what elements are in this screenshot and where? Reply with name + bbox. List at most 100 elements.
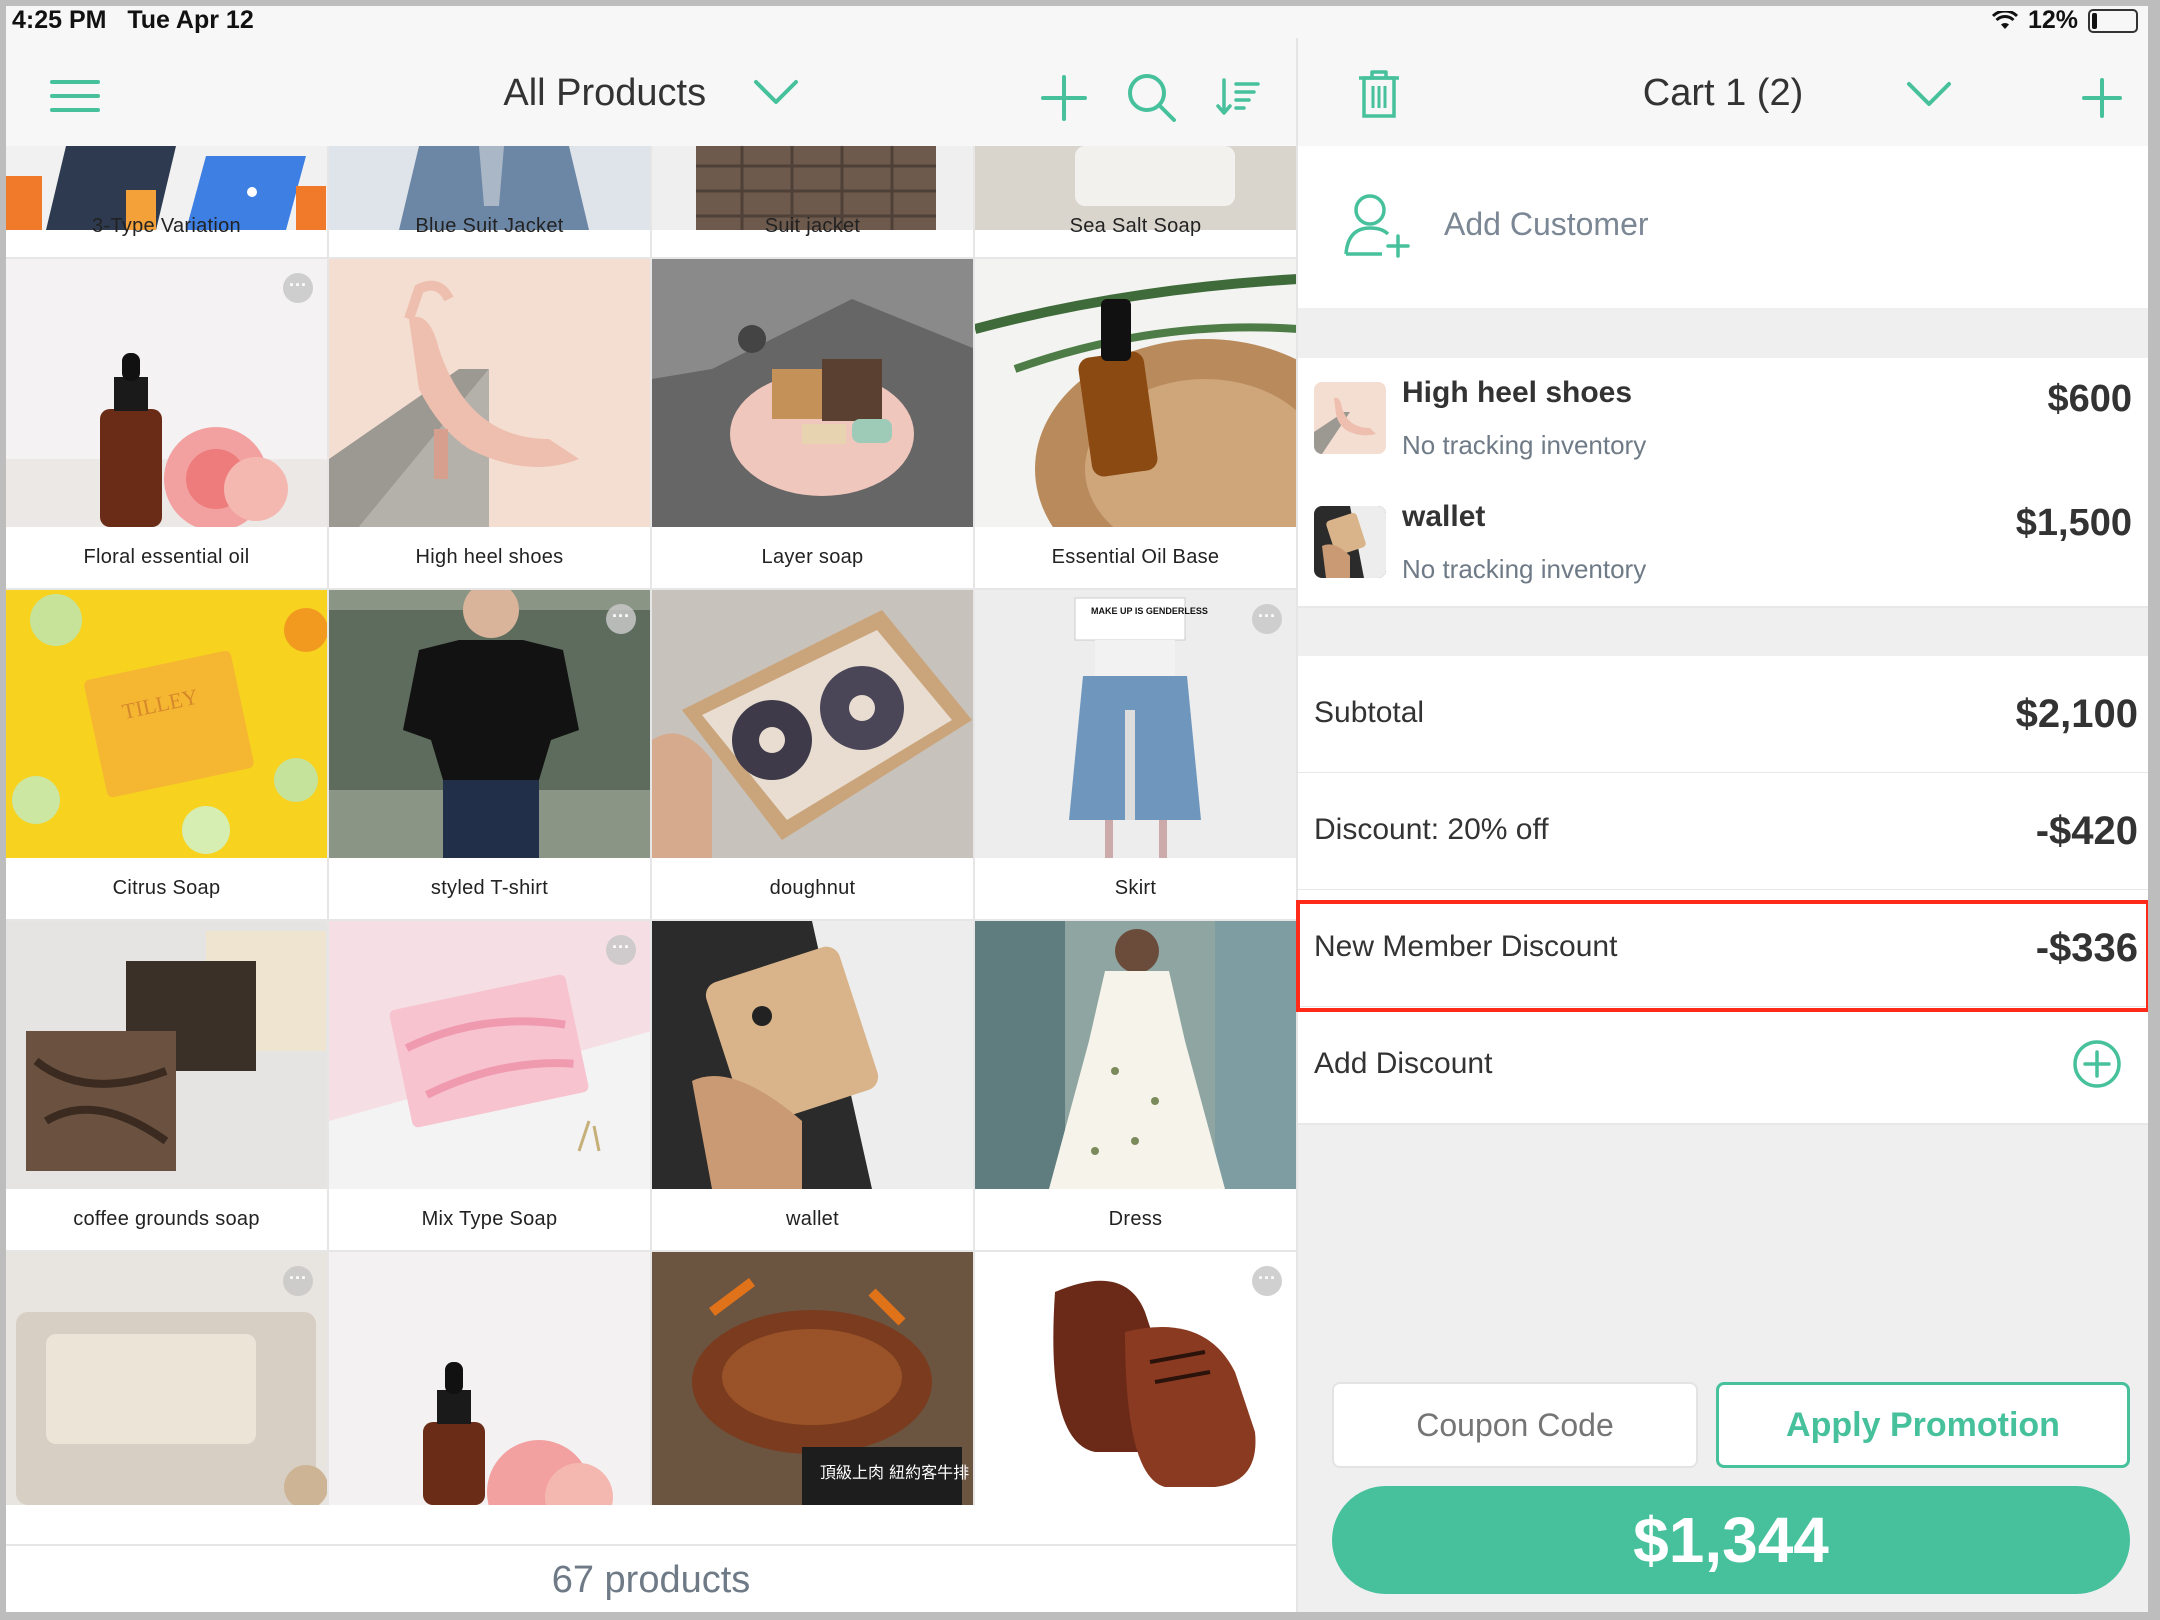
product-tile[interactable]: ···: [6, 1252, 329, 1505]
product-tile[interactable]: ··· Floral essential oil: [6, 259, 329, 590]
cart-title: Cart 1 (2): [1642, 72, 1804, 114]
product-image: [329, 590, 650, 858]
more-options-icon[interactable]: ···: [283, 1266, 313, 1296]
product-name: Skirt: [1114, 877, 1157, 899]
product-tile[interactable]: Layer soap: [652, 259, 975, 590]
product-name: styled T-shirt: [430, 877, 549, 899]
member-discount-label: New Member Discount: [1314, 930, 1618, 963]
product-tile[interactable]: coffee grounds soap: [6, 921, 329, 1252]
category-selector[interactable]: All Products: [6, 72, 1296, 116]
cart-selector[interactable]: Cart 1 (2): [1298, 72, 2148, 115]
add-user-icon: [1344, 194, 1410, 258]
product-tile[interactable]: [329, 1252, 652, 1505]
product-tile[interactable]: High heel shoes: [329, 259, 652, 590]
product-name: Essential Oil Base: [1051, 546, 1220, 568]
status-right: 12%: [1991, 6, 2138, 35]
product-tile[interactable]: 3-Type Variation: [6, 146, 329, 259]
product-image: [975, 1252, 1296, 1505]
product-name: Citrus Soap: [112, 877, 221, 899]
product-count: 67 products: [6, 1544, 1296, 1612]
cart-item[interactable]: wallet No tracking inventory $1,500: [1298, 482, 2148, 608]
cart-item-name: wallet: [1402, 500, 1486, 533]
cart-item-price: $600: [2047, 378, 2132, 420]
chevron-down-icon[interactable]: [1906, 80, 1952, 113]
product-name: coffee grounds soap: [73, 1208, 260, 1230]
app-window: 4:25 PM Tue Apr 12 12% All Products Cart…: [6, 6, 2148, 1612]
product-tile[interactable]: doughnut: [652, 590, 975, 921]
product-tile[interactable]: 頂級上肉 紐約客牛排: [652, 1252, 975, 1505]
product-image: [652, 921, 973, 1189]
product-name: doughnut: [769, 877, 856, 899]
cart-item-inventory: No tracking inventory: [1402, 554, 1647, 584]
product-name: Layer soap: [761, 546, 864, 568]
more-options-icon[interactable]: ···: [606, 935, 636, 965]
product-tile[interactable]: ···: [975, 1252, 1296, 1505]
product-image: [329, 1252, 650, 1505]
chevron-down-icon[interactable]: [753, 73, 799, 116]
product-tile[interactable]: Essential Oil Base: [975, 259, 1296, 590]
add-product-icon[interactable]: [1040, 74, 1088, 127]
status-bar: 4:25 PM Tue Apr 12 12%: [6, 6, 2148, 38]
product-name: Dress: [1108, 1208, 1163, 1230]
sort-icon[interactable]: [1216, 78, 1260, 121]
apply-promotion-button[interactable]: Apply Promotion: [1716, 1382, 2130, 1468]
more-options-icon[interactable]: ···: [1252, 1266, 1282, 1296]
product-image: [329, 921, 650, 1189]
add-cart-icon[interactable]: [2082, 78, 2122, 123]
more-options-icon[interactable]: ···: [283, 273, 313, 303]
product-image: [6, 259, 327, 527]
cart-item-thumbnail: [1314, 382, 1386, 454]
cart-panel: Add Customer High heel shoes No tracking…: [1298, 146, 2148, 1612]
product-image: MAKE UP IS GENDERLESS: [975, 590, 1296, 858]
product-name: Suit jacket: [764, 215, 861, 237]
product-tile[interactable]: ··· Mix Type Soap: [329, 921, 652, 1252]
status-time: 4:25 PM Tue Apr 12: [12, 6, 254, 34]
product-image: [975, 259, 1296, 527]
product-tile[interactable]: MAKE UP IS GENDERLESS ··· Skirt: [975, 590, 1296, 921]
product-image: 頂級上肉 紐約客牛排: [652, 1252, 973, 1505]
product-tile[interactable]: Sea Salt Soap: [975, 146, 1296, 259]
product-image: [329, 259, 650, 527]
cart-toolbar: Cart 1 (2): [1298, 38, 2148, 147]
product-image: [6, 1252, 327, 1505]
subtotal-row: Subtotal $2,100: [1298, 656, 2148, 774]
add-customer-button[interactable]: Add Customer: [1298, 146, 2148, 308]
cart-item-inventory: No tracking inventory: [1402, 430, 1647, 460]
product-tile[interactable]: Blue Suit Jacket: [329, 146, 652, 259]
member-discount-row[interactable]: New Member Discount -$336: [1298, 890, 2148, 1008]
add-discount-row[interactable]: Add Discount: [1298, 1007, 2148, 1125]
more-options-icon[interactable]: ···: [1252, 604, 1282, 634]
product-name: Floral essential oil: [83, 546, 250, 568]
product-image: [975, 921, 1296, 1189]
cart-item-price: $1,500: [2015, 502, 2132, 544]
cart-item[interactable]: High heel shoes No tracking inventory $6…: [1298, 358, 2148, 484]
battery-icon: [2088, 8, 2138, 33]
add-circle-icon[interactable]: [2072, 1039, 2122, 1089]
product-tile[interactable]: Suit jacket: [652, 146, 975, 259]
subtotal-label: Subtotal: [1314, 696, 1425, 729]
discount-value: -$420: [2035, 809, 2138, 853]
product-image: [6, 921, 327, 1189]
product-name: Mix Type Soap: [421, 1208, 558, 1230]
more-options-icon[interactable]: ···: [606, 604, 636, 634]
battery-percent: 12%: [2027, 6, 2078, 34]
product-grid: 3-Type Variation Blue Suit Jacket Suit j…: [6, 146, 1296, 1544]
product-image: [652, 590, 973, 858]
product-tile[interactable]: ··· styled T-shirt: [329, 590, 652, 921]
coupon-code-input[interactable]: [1332, 1382, 1698, 1468]
product-tile[interactable]: Dress: [975, 921, 1296, 1252]
product-name: Sea Salt Soap: [1069, 215, 1202, 237]
member-discount-value: -$336: [2035, 926, 2138, 970]
steak-caption: 頂級上肉 紐約客牛排: [820, 1463, 969, 1482]
product-tile[interactable]: wallet: [652, 921, 975, 1252]
page-title: All Products: [503, 72, 707, 114]
discount-row[interactable]: Discount: 20% off -$420: [1298, 773, 2148, 891]
product-tile[interactable]: TILLEY Citrus Soap: [6, 590, 329, 921]
checkout-total-button[interactable]: $1,344: [1332, 1486, 2130, 1594]
add-discount-label: Add Discount: [1314, 1047, 1493, 1080]
product-name: wallet: [786, 1208, 839, 1230]
search-icon[interactable]: [1126, 72, 1178, 129]
sign-text: MAKE UP IS GENDERLESS: [1091, 606, 1208, 616]
product-name: 3-Type Variation: [92, 215, 241, 237]
product-name: High heel shoes: [415, 546, 564, 568]
